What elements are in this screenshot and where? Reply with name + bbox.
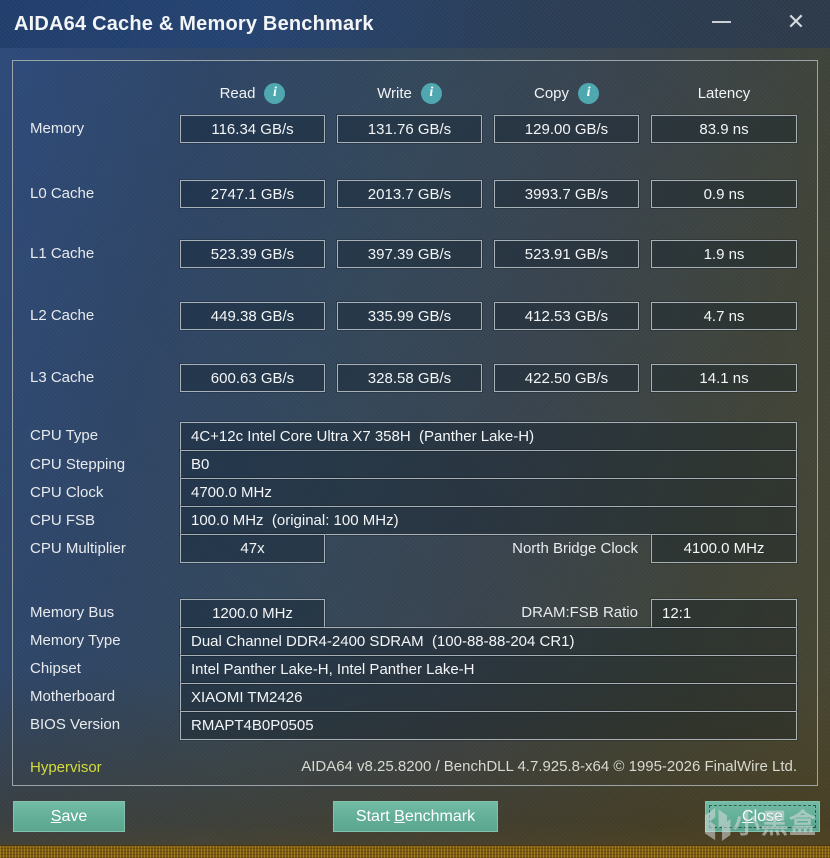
l0-copy-value: 3993.7 GB/s <box>494 180 639 208</box>
bottom-strip <box>0 845 830 858</box>
l3-read-value: 600.63 GB/s <box>180 364 325 392</box>
save-button[interactable]: Save <box>13 801 125 832</box>
l2-read-value: 449.38 GB/s <box>180 302 325 330</box>
save-button-mnemonic: S <box>50 807 62 825</box>
dram-fsb-ratio-value: 12:1 <box>651 599 797 628</box>
hypervisor-label: Hypervisor <box>30 759 102 776</box>
l1-latency-value: 1.9 ns <box>651 240 797 268</box>
north-bridge-clock-value: 4100.0 MHz <box>651 534 797 563</box>
info-icon[interactable]: i <box>264 82 286 104</box>
row-label-l2-cache: L2 Cache <box>30 307 95 324</box>
dram-fsb-ratio-label: DRAM:FSB Ratio <box>521 604 638 621</box>
l0-read-value: 2747.1 GB/s <box>180 180 325 208</box>
cpu-multiplier-value: 47x <box>180 534 325 563</box>
l0-latency-value: 0.9 ns <box>651 180 797 208</box>
memory-type-value: Dual Channel DDR4-2400 SDRAM (100-88-88-… <box>180 627 797 656</box>
column-header-read: Read i <box>180 80 325 106</box>
close-button-mnemonic: C <box>742 807 754 825</box>
minimize-button[interactable] <box>704 8 738 36</box>
info-icon[interactable]: i <box>420 82 442 104</box>
motherboard-value: XIAOMI TM2426 <box>180 683 797 712</box>
memory-latency-value: 83.9 ns <box>651 115 797 143</box>
north-bridge-clock-label: North Bridge Clock <box>512 540 638 557</box>
start-button-prefix: Start <box>355 807 395 825</box>
column-header-copy: Copy i <box>494 80 639 106</box>
row-label-l3-cache: L3 Cache <box>30 369 95 386</box>
chipset-label: Chipset <box>30 660 81 677</box>
l0-write-value: 2013.7 GB/s <box>337 180 482 208</box>
close-icon: ✕ <box>786 9 806 34</box>
memory-type-label: Memory Type <box>30 632 121 649</box>
cpu-fsb-value: 100.0 MHz (original: 100 MHz) <box>180 506 797 535</box>
l2-latency-value: 4.7 ns <box>651 302 797 330</box>
cpu-stepping-label: CPU Stepping <box>30 456 126 473</box>
minimize-icon <box>712 21 731 23</box>
l2-copy-value: 412.53 GB/s <box>494 302 639 330</box>
start-button-label: enchmark <box>404 807 476 825</box>
column-header-latency: Latency <box>651 80 797 106</box>
cpu-fsb-label: CPU FSB <box>30 512 96 529</box>
cpu-stepping-value: B0 <box>180 450 797 479</box>
cpu-type-label: CPU Type <box>30 427 99 444</box>
chipset-value: Intel Panther Lake-H, Intel Panther Lake… <box>180 655 797 684</box>
save-button-label: ave <box>61 807 88 825</box>
start-button-mnemonic: B <box>394 807 405 825</box>
row-label-memory: Memory <box>30 120 85 137</box>
l1-copy-value: 523.91 GB/s <box>494 240 639 268</box>
cpu-clock-value: 4700.0 MHz <box>180 478 797 507</box>
l3-write-value: 328.58 GB/s <box>337 364 482 392</box>
memory-copy-value: 129.00 GB/s <box>494 115 639 143</box>
cpu-type-value: 4C+12c Intel Core Ultra X7 358H (Panther… <box>180 422 797 451</box>
l3-copy-value: 422.50 GB/s <box>494 364 639 392</box>
read-header-label: Read <box>219 84 256 102</box>
l1-read-value: 523.39 GB/s <box>180 240 325 268</box>
info-icon[interactable]: i <box>578 82 600 104</box>
window-title: AIDA64 Cache & Memory Benchmark <box>14 13 374 35</box>
window-close-button[interactable]: ✕ <box>778 4 814 40</box>
titlebar: AIDA64 Cache & Memory Benchmark ✕ <box>0 0 830 48</box>
column-header-write: Write i <box>337 80 482 106</box>
bios-version-value: RMAPT4B0P0505 <box>180 711 797 740</box>
write-header-label: Write <box>377 84 412 102</box>
close-button[interactable]: Close <box>705 801 820 832</box>
memory-write-value: 131.76 GB/s <box>337 115 482 143</box>
cpu-multiplier-label: CPU Multiplier <box>30 540 126 557</box>
l3-latency-value: 14.1 ns <box>651 364 797 392</box>
memory-bus-value: 1200.0 MHz <box>180 599 325 628</box>
row-label-l0-cache: L0 Cache <box>30 185 95 202</box>
l2-write-value: 335.99 GB/s <box>337 302 482 330</box>
aida64-benchmark-window: AIDA64 Cache & Memory Benchmark ✕ Read i… <box>0 0 830 858</box>
motherboard-label: Motherboard <box>30 688 116 705</box>
latency-header-label: Latency <box>697 84 751 102</box>
close-button-label: lose <box>753 807 783 825</box>
start-benchmark-button[interactable]: Start Benchmark <box>333 801 498 832</box>
row-label-l1-cache: L1 Cache <box>30 245 95 262</box>
memory-read-value: 116.34 GB/s <box>180 115 325 143</box>
version-copyright-text: AIDA64 v8.25.8200 / BenchDLL 4.7.925.8-x… <box>301 758 797 775</box>
memory-bus-label: Memory Bus <box>30 604 115 621</box>
l1-write-value: 397.39 GB/s <box>337 240 482 268</box>
bios-version-label: BIOS Version <box>30 716 121 733</box>
copy-header-label: Copy <box>533 84 570 102</box>
cpu-clock-label: CPU Clock <box>30 484 104 501</box>
